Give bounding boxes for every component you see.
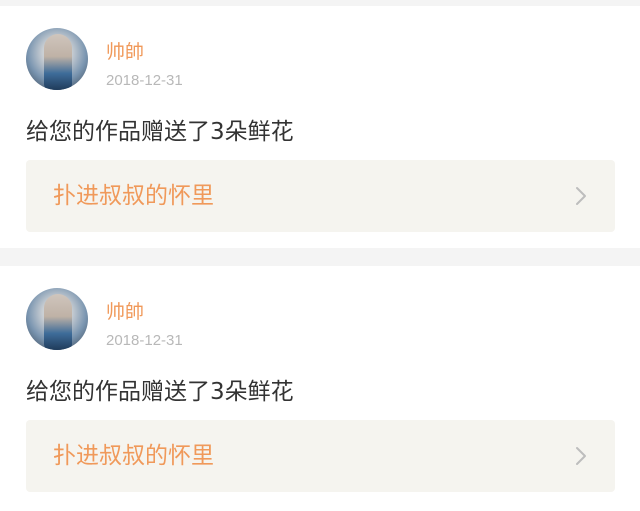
work-title-link[interactable]: 扑进叔叔的怀里: [53, 442, 214, 470]
section-divider: [0, 248, 640, 266]
work-link-card[interactable]: 扑进叔叔的怀里: [26, 420, 615, 492]
avatar-photo-figure: [44, 34, 72, 90]
gift-message: 给您的作品赠送了3朵鲜花: [26, 379, 294, 405]
notification-feed: 帅帥 2018-12-31 给您的作品赠送了3朵鲜花 扑进叔叔的怀里 帅帥 20…: [0, 0, 640, 511]
notification-card: 帅帥 2018-12-31 给您的作品赠送了3朵鲜花 扑进叔叔的怀里: [0, 6, 640, 248]
post-date: 2018-12-31: [106, 72, 183, 89]
work-link-card[interactable]: 扑进叔叔的怀里: [26, 160, 615, 232]
gift-message: 给您的作品赠送了3朵鲜花: [26, 119, 294, 145]
chevron-right-icon: [576, 447, 586, 465]
post-date: 2018-12-31: [106, 332, 183, 349]
user-avatar[interactable]: [26, 288, 88, 350]
chevron-right-icon: [576, 187, 586, 205]
username[interactable]: 帅帥: [106, 41, 144, 63]
work-title-link[interactable]: 扑进叔叔的怀里: [53, 182, 214, 210]
avatar-photo-figure: [44, 294, 72, 350]
user-avatar[interactable]: [26, 28, 88, 90]
username[interactable]: 帅帥: [106, 301, 144, 323]
notification-card: 帅帥 2018-12-31 给您的作品赠送了3朵鲜花 扑进叔叔的怀里: [0, 266, 640, 511]
